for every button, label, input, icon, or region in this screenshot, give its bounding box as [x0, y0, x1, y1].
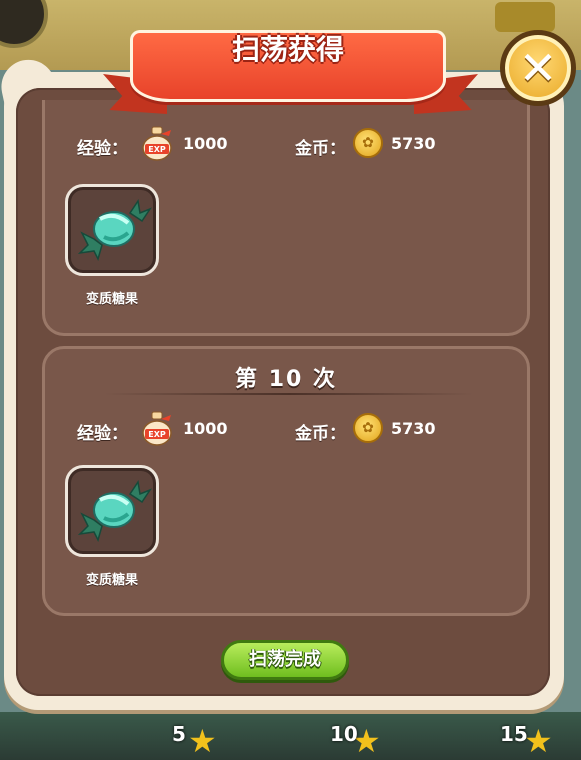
star-mark-label: 10 — [330, 722, 358, 746]
star-icon: ★ — [524, 722, 553, 760]
exp-potion-icon: EXP — [142, 126, 172, 161]
item-name: 变质糖果 — [85, 292, 138, 307]
star-icon: ★ — [188, 722, 217, 760]
background-progress-bar — [0, 712, 581, 760]
round-title: 第 10 次 — [235, 367, 337, 392]
close-button[interactable]: ✕ — [500, 30, 576, 106]
svg-text:EXP: EXP — [148, 145, 166, 154]
exp-label: 经验： — [77, 424, 128, 444]
star-mark-label: 15 — [500, 722, 528, 746]
exp-value: 1000 — [183, 134, 228, 153]
gold-label: 金币： — [295, 424, 346, 444]
candy-icon — [77, 199, 152, 262]
svg-text:EXP: EXP — [148, 430, 166, 439]
gold-label: 金币： — [295, 139, 346, 159]
item-slot[interactable] — [65, 465, 159, 557]
reward-row: 经验： EXP 1000 金币： ✿ 5730 — [45, 411, 527, 451]
exp-label: 经验： — [77, 139, 128, 159]
title-divider — [105, 393, 473, 395]
gold-coin-icon: ✿ — [353, 128, 383, 158]
star-mark-label: 5 — [172, 722, 186, 746]
background-chest — [495, 2, 555, 32]
close-x-icon: ✕ — [518, 41, 558, 95]
result-card: 经验： EXP 1000 金币： ✿ 5730 变质糖果 — [42, 100, 530, 336]
gold-value: 5730 — [391, 134, 436, 153]
result-card: 第 10 次 经验： EXP 1000 金币： ✿ 5730 变质糖果 — [42, 346, 530, 616]
gold-coin-icon: ✿ — [353, 413, 383, 443]
exp-potion-icon: EXP — [142, 411, 172, 446]
gold-value: 5730 — [391, 419, 436, 438]
candy-icon — [77, 480, 152, 543]
dialog-title: 扫荡获得 — [231, 33, 344, 66]
item-name: 变质糖果 — [85, 573, 138, 588]
item-slot[interactable] — [65, 184, 159, 276]
exp-value: 1000 — [183, 419, 228, 438]
reward-row: 经验： EXP 1000 金币： ✿ 5730 — [45, 126, 527, 166]
sweep-done-button[interactable]: 扫荡完成 — [221, 640, 349, 680]
